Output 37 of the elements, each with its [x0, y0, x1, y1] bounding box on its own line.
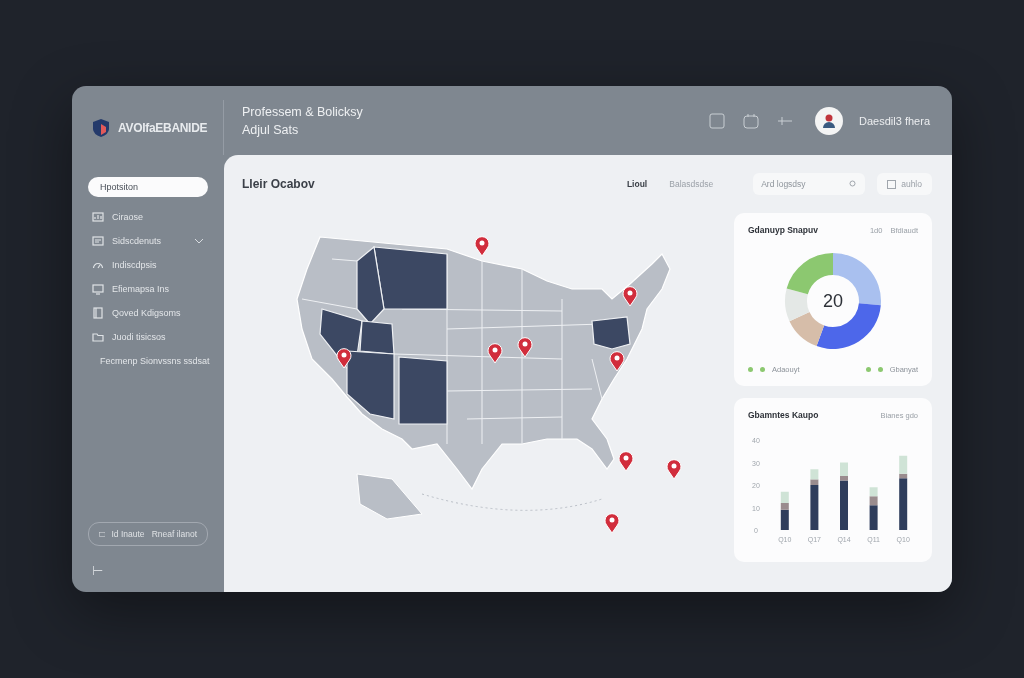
chart-icon [92, 210, 104, 223]
page-title: Professem & Bolicksy [242, 104, 364, 119]
square-icon[interactable] [709, 112, 726, 129]
sidebar-item[interactable]: Juodi tisicsos [88, 328, 208, 345]
collapse-button[interactable]: ⊢ [92, 563, 208, 578]
avatar[interactable] [815, 106, 844, 135]
sidebar-item[interactable]: Ciraose [88, 208, 208, 225]
panel-title: Lleir Ocabov [242, 177, 316, 191]
calendar-icon[interactable] [743, 112, 760, 129]
sidebar-item[interactable]: Sidscdenuts [88, 232, 208, 249]
search-field[interactable]: Ard logsdsy [753, 173, 866, 195]
search-icon [849, 180, 858, 188]
shield-logo-icon [92, 117, 110, 138]
card-title: Gdanuyp Snapuv [748, 225, 819, 235]
sidebar-item[interactable]: Hpotsiton [88, 177, 208, 197]
legend-dot [877, 367, 883, 372]
folder-icon [92, 330, 104, 343]
monitor-icon [92, 282, 104, 295]
sidebar-item[interactable]: Qoved Kdigsoms [88, 304, 208, 321]
user-name: Daesdil3 fhera [859, 114, 930, 127]
brand-name: AVOIfaEBANIDE [118, 120, 208, 135]
tab[interactable]: Lioul [626, 179, 648, 189]
document-icon [92, 234, 104, 247]
book-icon [92, 306, 104, 319]
tab[interactable]: Balasdsdse [669, 179, 714, 189]
sidebar-item[interactable]: Indiscdpsis [88, 256, 208, 273]
filter-button[interactable]: auhlo [877, 173, 932, 195]
page-title: Adjul Sats [242, 122, 300, 137]
card-title: Gbamntes Kaupo [748, 410, 820, 420]
sidebar-item[interactable]: Fecmenp Sionvssns ssdsat [88, 352, 208, 369]
donut-value: 20 [823, 290, 843, 312]
sidebar-item[interactable]: Efiemapsa Ins [88, 280, 208, 297]
monitor-icon [99, 529, 106, 539]
legend-dot [760, 367, 765, 372]
footer-button[interactable]: Id Inaute Rneaf ilanot [88, 522, 208, 546]
bar [869, 487, 878, 497]
square-icon [887, 179, 897, 189]
